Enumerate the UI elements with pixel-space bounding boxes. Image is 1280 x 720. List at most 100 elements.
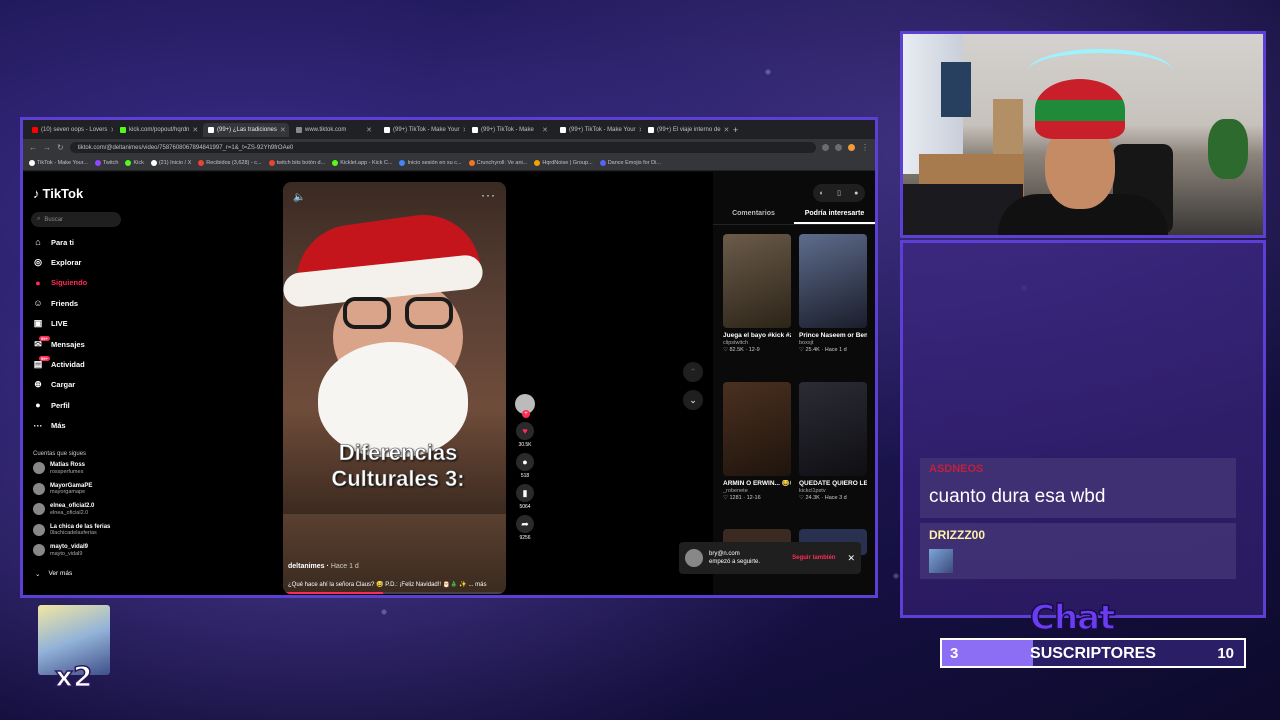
- nav-item-mensajes[interactable]: ✉ 99+ Mensajes: [33, 334, 87, 354]
- video-progress-bar[interactable]: [283, 592, 506, 594]
- author-avatar[interactable]: +: [515, 394, 535, 418]
- browser-tab[interactable]: (99+) El viaje interno de ✕: [643, 123, 729, 137]
- right-tabs: Comentarios Podría interesarte: [713, 210, 875, 225]
- bookmark-item[interactable]: Kick: [125, 160, 144, 166]
- search-input[interactable]: ⌕ Buscar: [31, 212, 121, 227]
- video-player[interactable]: Diferencias Culturales 3: 🔈 ··· deltanim…: [283, 182, 506, 594]
- nav-item-friends[interactable]: ☺ Friends: [33, 293, 87, 313]
- bookmark-item[interactable]: Inicio sesión en su c...: [399, 160, 462, 166]
- nav-item-actividad[interactable]: ▤ 99+ Actividad: [33, 354, 87, 374]
- profile-avatar-icon[interactable]: [848, 144, 855, 151]
- phone-icon[interactable]: ▯: [837, 189, 841, 197]
- volume-icon[interactable]: 🔈: [293, 192, 305, 203]
- bookmark-item[interactable]: HqrdNoise | Group...: [534, 160, 593, 166]
- tab-close-icon[interactable]: ✕: [463, 126, 465, 134]
- browser-tab[interactable]: www.tiktok.com ✕: [291, 123, 377, 137]
- tiktok-logo[interactable]: ♪ TikTok: [33, 186, 83, 201]
- video-card[interactable]: QUEDATE QUIERO LE DIJO GERO A...kickcl1p…: [799, 382, 867, 502]
- reload-icon[interactable]: ↻: [57, 143, 64, 152]
- browser-tab[interactable]: (99+) TikTok - Make ✕: [467, 123, 553, 137]
- nav-item-explorar[interactable]: ◎ Explorar: [33, 252, 87, 272]
- followed-account[interactable]: La chica de las ferias 0lachicadelasferia…: [33, 524, 110, 536]
- tab-comments[interactable]: Comentarios: [713, 210, 794, 224]
- tab-close-icon[interactable]: ✕: [110, 126, 113, 134]
- nav-item-cargar[interactable]: ⊕ Cargar: [33, 375, 87, 395]
- comment-action[interactable]: ● 518: [513, 453, 537, 479]
- nav-item-perfil[interactable]: ● Perfil: [33, 395, 87, 415]
- close-icon[interactable]: ✕: [847, 553, 855, 564]
- grinch-plush: [1208, 119, 1248, 179]
- browser-tab[interactable]: (99+) ¿Las tradiciones ✕: [203, 122, 289, 137]
- next-video-icon[interactable]: ⌄: [683, 390, 703, 410]
- tiktok-note-icon: ♪: [33, 186, 40, 201]
- nav-label: LIVE: [51, 319, 68, 329]
- more-options-icon[interactable]: ···: [481, 188, 496, 202]
- tab-recommended[interactable]: Podría interesarte: [794, 210, 875, 224]
- nav-item-más[interactable]: ··· Más: [33, 416, 87, 436]
- bookmark-item[interactable]: Dance Emojis for Di...: [599, 160, 661, 166]
- video-card[interactable]: Prince Naseem or Ben Whittaker ...boxsjt…: [799, 234, 867, 354]
- nav-item-para-ti[interactable]: ⌂ Para ti: [33, 232, 87, 252]
- tab-close-icon[interactable]: ✕: [542, 126, 548, 134]
- nav-label: Actividad: [51, 360, 85, 370]
- card-user: kickcl1pstv: [799, 488, 826, 494]
- forward-icon[interactable]: →: [43, 143, 51, 152]
- followed-account[interactable]: elnea_oficial2.0 elnea_oficial2.0: [33, 503, 94, 516]
- bookmark-action[interactable]: ▮ 5064: [513, 484, 537, 510]
- video-time: Hace 1 d: [330, 563, 359, 570]
- bookmark-label: Twitch: [102, 160, 119, 166]
- follow-back-button[interactable]: Seguir también: [792, 555, 835, 561]
- video-author[interactable]: deltanimes · Hace 1 d: [288, 563, 359, 570]
- browser-tab[interactable]: (99+) TikTok - Make Your✕: [379, 123, 465, 137]
- bookmark-item[interactable]: Twitch: [94, 160, 119, 166]
- chat-username: ASDNEOS: [929, 463, 984, 475]
- tab-close-icon[interactable]: ✕: [280, 126, 286, 134]
- bookmark-favicon-icon: [534, 160, 541, 166]
- nav-item-siguiendo[interactable]: ● Siguiendo: [33, 273, 87, 293]
- bookmark-label: Inicio sesión en su c...: [407, 160, 462, 166]
- bookmark-item[interactable]: (21) Inicio / X: [150, 160, 191, 166]
- followed-account[interactable]: Matias Ross rossperfumes: [33, 462, 85, 475]
- card-user: _robenete: [723, 488, 748, 494]
- browser-tab[interactable]: (10) seven oops - Lovers✕: [27, 123, 113, 137]
- star-icon[interactable]: [835, 144, 842, 151]
- nav-label: Friends: [51, 298, 79, 308]
- bookmark-item[interactable]: twitch bits botón d...: [268, 160, 325, 166]
- tab-label: www.tiktok.com: [305, 126, 347, 133]
- tab-close-icon[interactable]: ✕: [366, 126, 372, 134]
- share-action[interactable]: ➦ 9256: [513, 515, 537, 541]
- back-icon[interactable]: ←: [29, 143, 37, 152]
- chat-emote: [929, 549, 953, 573]
- bookmark-item[interactable]: Kicklet.app - Kick C...: [332, 160, 392, 166]
- bookmark-item[interactable]: Crunchyroll: Ve ani...: [468, 160, 527, 166]
- video-card[interactable]: Juega el bayo #kick #zairanara...clipstw…: [723, 234, 791, 354]
- bookmark-favicon-icon: [94, 160, 101, 166]
- video-card[interactable]: ARMIN O ERWIN... 😂😂 #shingeki..._robenet…: [723, 382, 791, 502]
- subscriber-goal-bar: 3 SUSCRIPTORES 10: [940, 638, 1246, 668]
- pip-icon[interactable]: ◐: [820, 190, 824, 197]
- browser-tab[interactable]: (99+) TikTok - Make Your✕: [555, 123, 641, 137]
- followed-account[interactable]: MayorGamaPE mayorgamape: [33, 483, 92, 495]
- previous-video-icon[interactable]: ⌃: [683, 362, 703, 382]
- see-more-link[interactable]: ⌄ Ver más: [35, 570, 72, 578]
- user-icon[interactable]: ●: [854, 190, 858, 197]
- follow-plus-icon[interactable]: +: [522, 410, 530, 418]
- tab-favicon-icon: [384, 126, 390, 133]
- bookmark-item[interactable]: Recibidos (3,628) - c...: [198, 160, 262, 166]
- browser-tab[interactable]: kick.com/popout/hqrdn ✕: [115, 123, 201, 137]
- followed-account[interactable]: mayto_vidal9 mayto_vidal9: [33, 544, 88, 557]
- subs-label: SUSCRIPTORES: [1030, 645, 1156, 662]
- extension-icon[interactable]: [822, 144, 829, 151]
- nav-item-live[interactable]: ▣ LIVE: [33, 314, 87, 334]
- tab-close-icon[interactable]: ✕: [724, 126, 729, 134]
- avatar: [33, 503, 45, 516]
- bookmark-item[interactable]: TikTok - Make Your...: [29, 160, 88, 166]
- tab-close-icon[interactable]: ✕: [639, 126, 641, 134]
- menu-icon[interactable]: ⋮: [861, 143, 869, 152]
- tab-label: (99+) El viaje interno de: [657, 126, 721, 133]
- new-tab-icon[interactable]: +: [733, 125, 738, 135]
- subs-goal: 10: [1217, 645, 1234, 662]
- url-field[interactable]: tiktok.com/@deltanimes/video/75876080678…: [69, 142, 816, 153]
- tab-close-icon[interactable]: ✕: [192, 126, 198, 134]
- heart-action[interactable]: ♥ 30.5K: [513, 422, 537, 448]
